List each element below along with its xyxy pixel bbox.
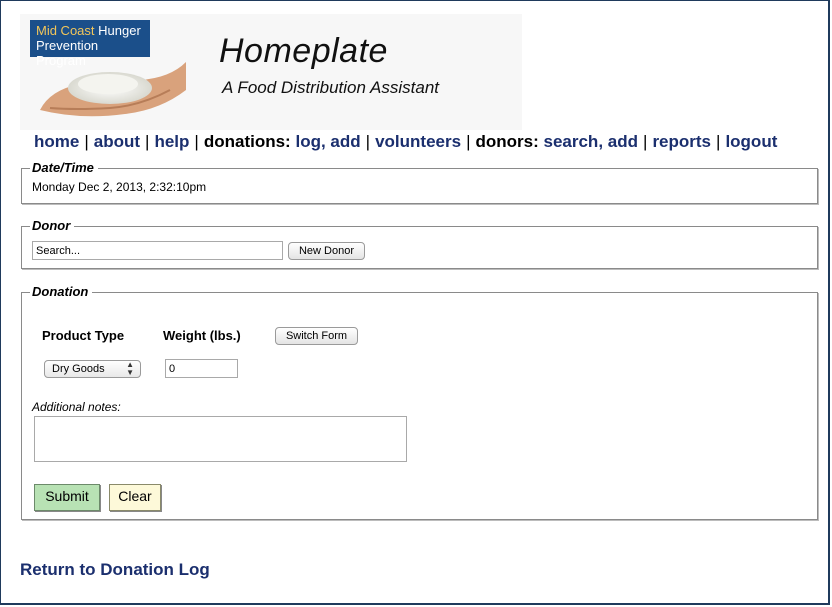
return-to-donation-log-link[interactable]: Return to Donation Log	[20, 560, 210, 580]
donation-legend: Donation	[30, 284, 93, 299]
site-subtitle: A Food Distribution Assistant	[222, 78, 439, 97]
notes-textarea[interactable]	[34, 416, 407, 462]
donation-fieldset: Donation Product Type Weight (lbs.) Swit…	[21, 284, 818, 520]
datetime-legend: Date/Time	[30, 160, 98, 175]
nav-separator: |	[84, 132, 89, 151]
product-type-select[interactable]: Dry Goods ▲ ▼	[44, 360, 141, 378]
nav-separator: |	[194, 132, 199, 151]
nav-donors-add-link[interactable]: add	[608, 132, 638, 151]
submit-button[interactable]: Submit	[34, 484, 100, 511]
nav-logout-link[interactable]: logout	[725, 132, 777, 151]
nav-donations-label: donations:	[203, 132, 291, 151]
nav-separator: |	[466, 132, 471, 151]
nav-help-link[interactable]: help	[154, 132, 189, 151]
datetime-value: Monday Dec 2, 2013, 2:32:10pm	[32, 180, 207, 194]
nav-donations-log-link[interactable]: log,	[295, 132, 325, 151]
datetime-fieldset: Date/Time Monday Dec 2, 2013, 2:32:10pm	[21, 160, 818, 204]
donor-legend: Donor	[30, 218, 75, 233]
weight-header: Weight (lbs.)	[163, 328, 241, 343]
donor-search-input[interactable]	[32, 241, 283, 260]
nav-separator: |	[365, 132, 371, 151]
nav-reports-link[interactable]: reports	[652, 132, 711, 151]
notes-label: Additional notes:	[32, 400, 121, 414]
product-type-value: Dry Goods	[52, 363, 105, 375]
donor-fieldset: Donor New Donor	[21, 218, 818, 269]
logo-line1-b: Hunger	[94, 23, 141, 38]
new-donor-button[interactable]: New Donor	[288, 242, 365, 260]
clear-button[interactable]: Clear	[109, 484, 161, 511]
logo[interactable]: Mid Coast Hunger Prevention Program	[30, 20, 188, 120]
nav-donors-label: donors:	[475, 132, 539, 151]
header-banner: Mid Coast Hunger Prevention Program Home…	[20, 14, 522, 130]
logo-line1-a: Mid Coast	[36, 23, 95, 38]
nav-home-link[interactable]: home	[34, 132, 79, 151]
logo-text: Mid Coast Hunger Prevention Program	[30, 20, 150, 68]
product-type-header: Product Type	[42, 328, 125, 343]
nav-about-link[interactable]: about	[94, 132, 140, 151]
nav-volunteers-link[interactable]: volunteers	[375, 132, 461, 151]
nav-donors-search-link[interactable]: search,	[544, 132, 604, 151]
site-title: Homeplate	[219, 32, 388, 70]
nav-separator: |	[643, 132, 648, 151]
select-arrows-icon: ▲ ▼	[126, 360, 134, 377]
switch-form-button[interactable]: Switch Form	[275, 327, 358, 345]
nav-separator: |	[716, 132, 721, 151]
nav-donations-add-link[interactable]: add	[330, 132, 360, 151]
main-nav: home | about | help | donations: log, add | volu…	[34, 132, 777, 152]
weight-input[interactable]	[165, 359, 238, 378]
nav-separator: |	[145, 132, 150, 151]
